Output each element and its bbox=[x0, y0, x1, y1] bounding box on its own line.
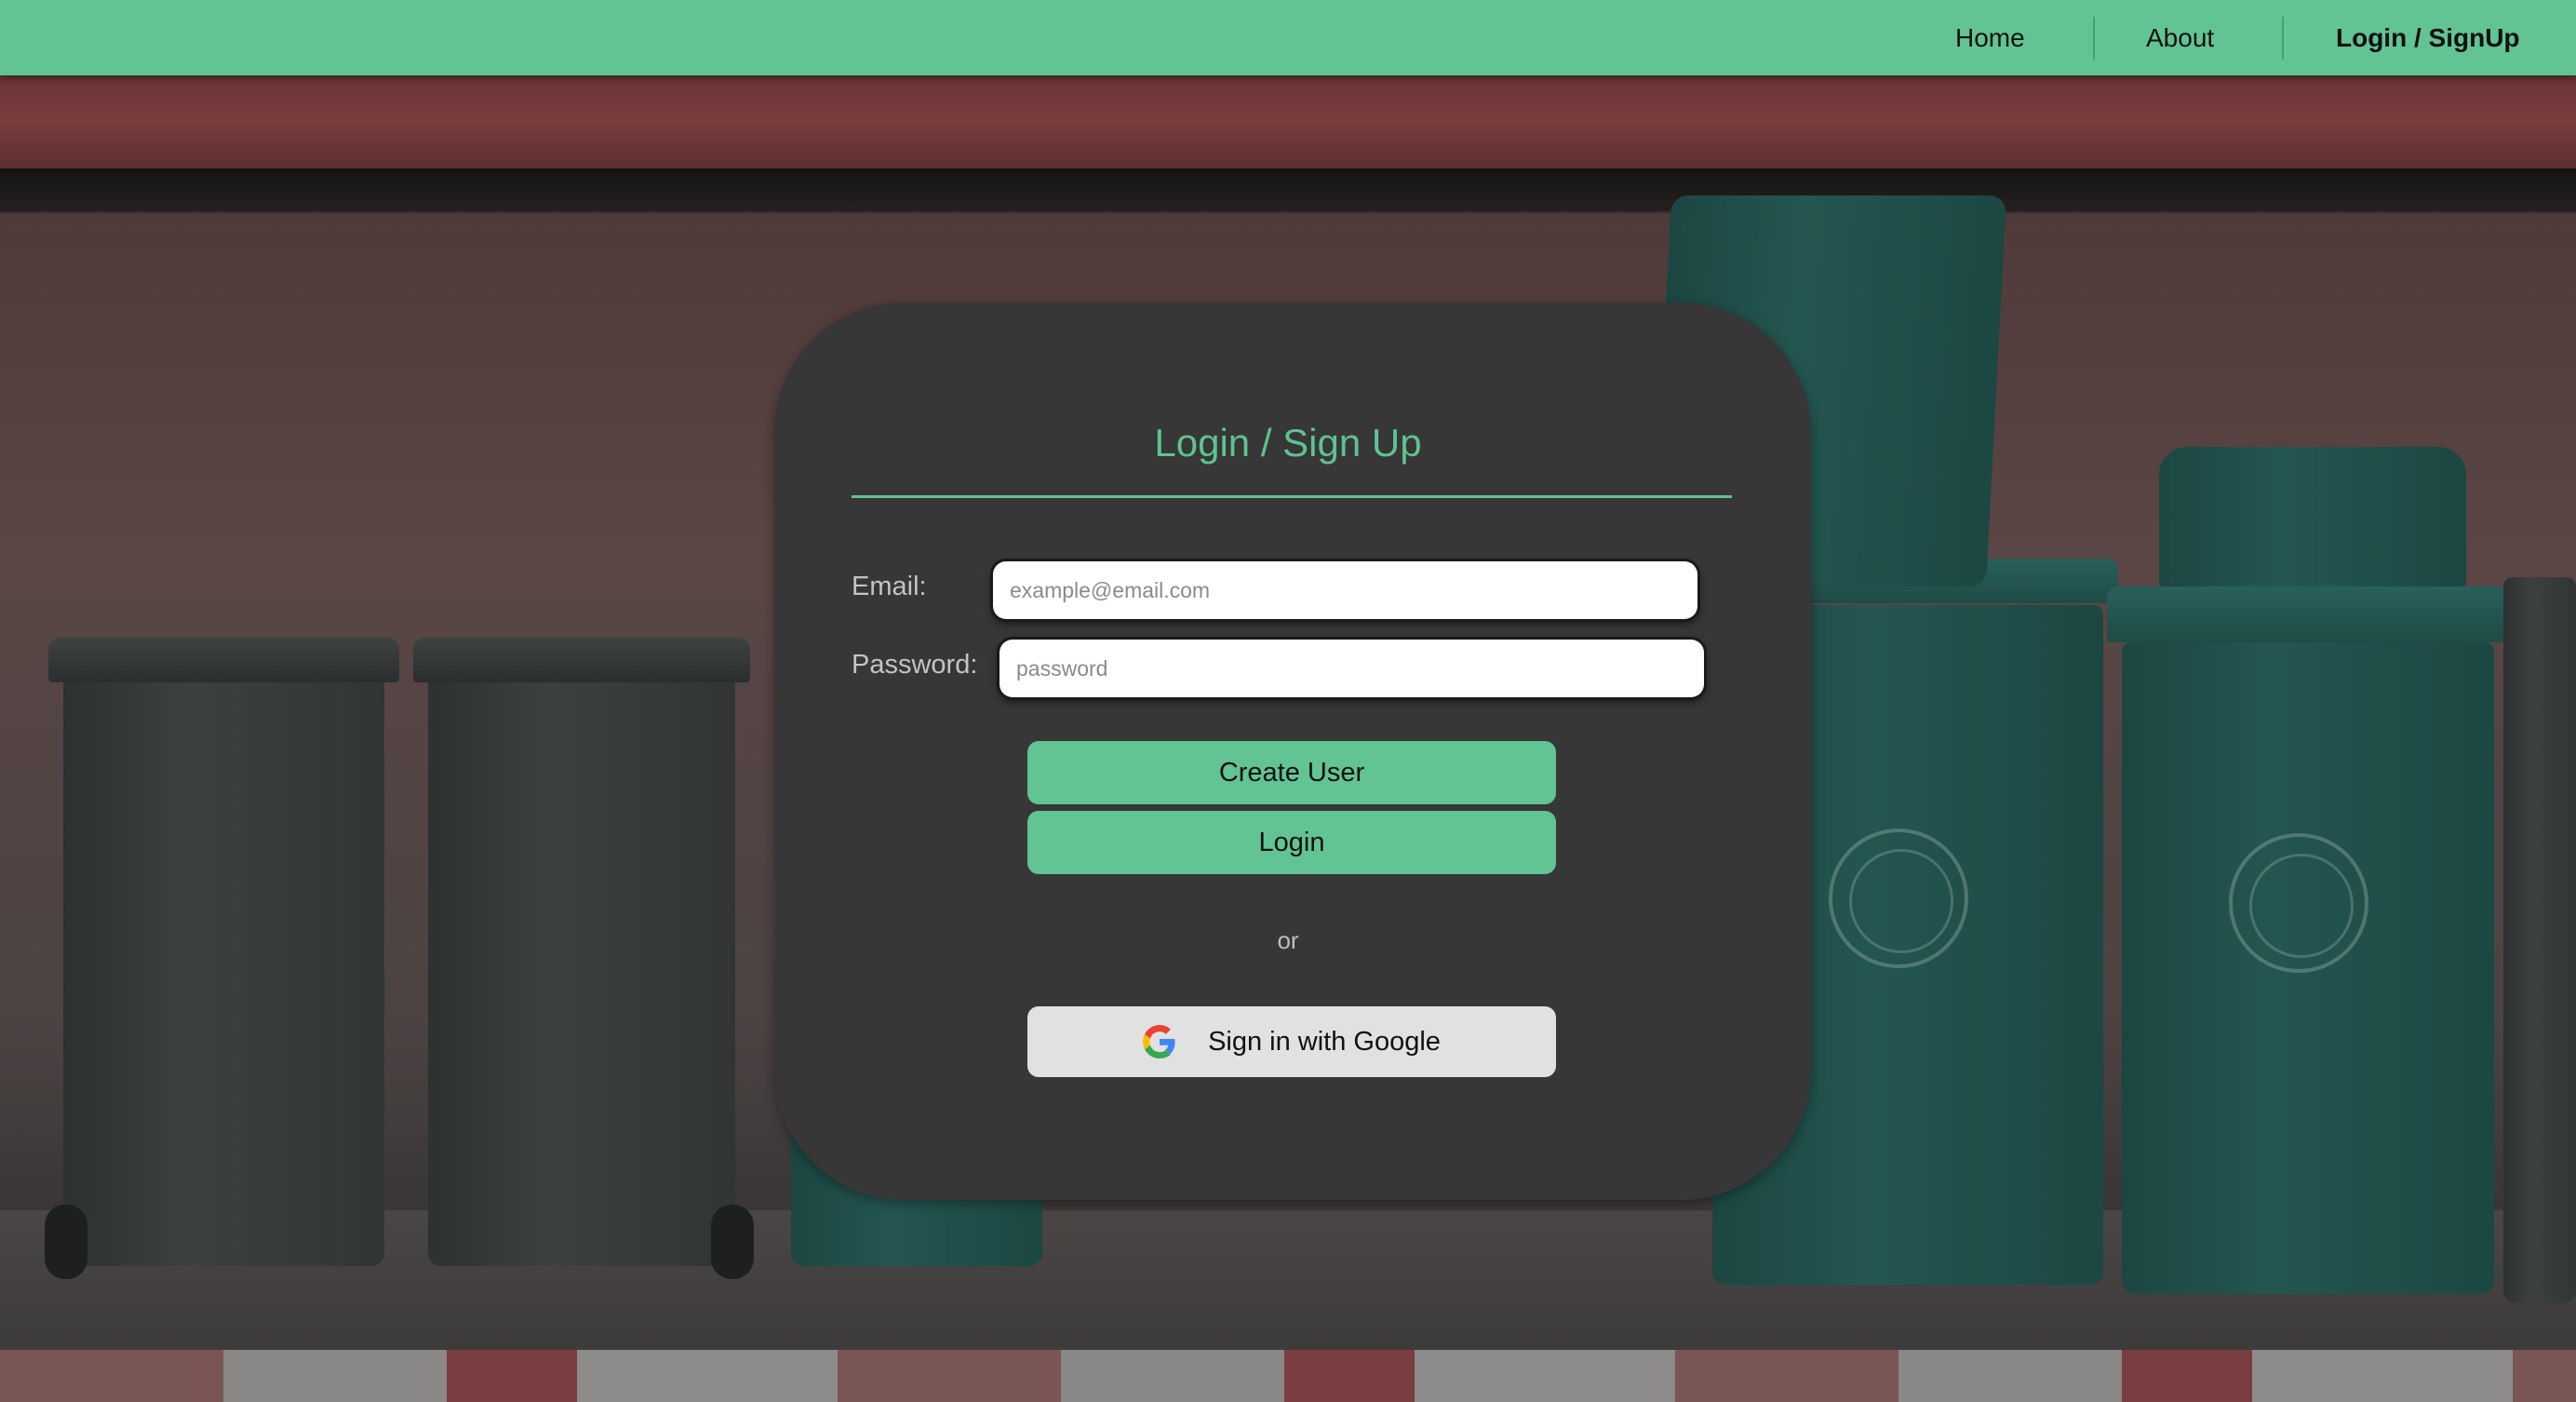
card-title: Login / Sign Up bbox=[1154, 421, 1422, 465]
google-sign-in-label: Sign in with Google bbox=[1208, 1026, 1441, 1057]
password-label: Password: bbox=[852, 650, 978, 680]
google-g-icon bbox=[1143, 1025, 1176, 1058]
login-button[interactable]: Login bbox=[1027, 811, 1556, 874]
password-input[interactable] bbox=[1000, 640, 1704, 697]
email-label: Email: bbox=[852, 572, 927, 601]
title-divider bbox=[852, 495, 1732, 498]
or-separator-text: or bbox=[1277, 926, 1299, 954]
create-user-button[interactable]: Create User bbox=[1027, 741, 1556, 804]
google-sign-in-button[interactable]: Sign in with Google bbox=[1027, 1006, 1556, 1077]
email-input[interactable] bbox=[993, 561, 1697, 619]
